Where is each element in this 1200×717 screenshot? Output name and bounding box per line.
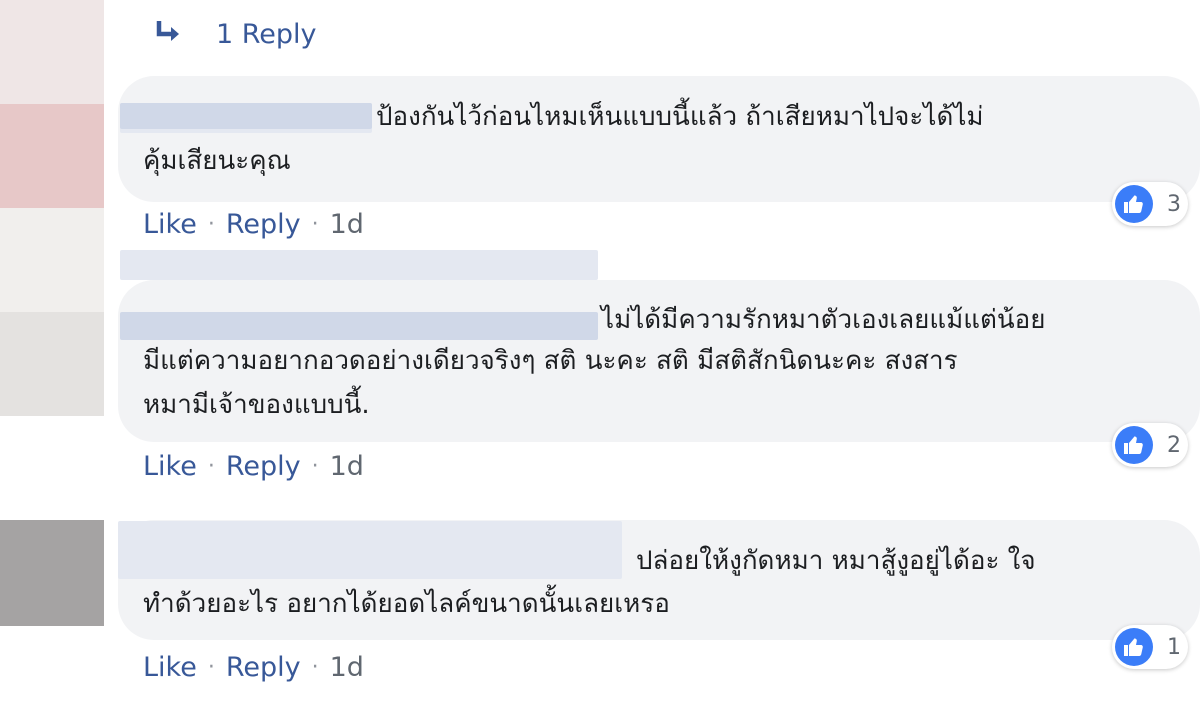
avatar[interactable] [0,312,104,416]
reply-button[interactable]: Reply [226,652,301,683]
thumbs-up-icon [1115,185,1153,223]
separator: · [207,211,215,237]
reply-button[interactable]: Reply [226,209,301,240]
comment-actions: Like · Reply · 1d [143,647,364,687]
separator: · [207,453,215,479]
avatar[interactable] [0,0,104,104]
reply-button[interactable]: Reply [226,451,301,482]
separator: · [311,654,319,680]
comment-text: ปล่อยให้งูกัดหมา หมาสู้งูอยู่ได้อะ ใจ [636,546,1036,576]
commenter-name-redacted[interactable] [118,521,622,579]
reaction-badge[interactable]: 3 [1112,182,1188,226]
reaction-badge[interactable]: 1 [1112,625,1188,669]
avatar-column [0,0,104,717]
comment-thread: 1 Reply ป้องกันไว้ก่อนไหมเห็นแบบนี้แล้ว … [0,0,1200,717]
view-replies-label[interactable]: 1 Reply [216,19,317,50]
thumbs-up-icon [1115,426,1153,464]
avatar[interactable] [0,104,104,208]
like-button[interactable]: Like [143,209,197,240]
separator: · [311,211,319,237]
avatar[interactable] [0,520,104,626]
comment-text: มีแต่ความอยากอวดอย่างเดียวจริงๆ สติ นะคะ… [143,346,958,376]
separator: · [207,654,215,680]
comment-text: หมามีเจ้าของแบบนี้. [143,390,370,420]
reaction-count: 3 [1167,191,1181,217]
reaction-count: 1 [1167,634,1181,660]
comment-text: คุ้มเสียนะคุณ [143,146,291,176]
comment-text: ทำด้วยอะไร อยากได้ยอดไลค์ขนาดนั้นเลยเหรอ [143,589,670,619]
like-button[interactable]: Like [143,451,197,482]
commenter-name-redacted[interactable] [120,312,598,340]
comment-text: ป้องกันไว้ก่อนไหมเห็นแบบนี้แล้ว ถ้าเสียห… [376,102,984,132]
separator: · [311,453,319,479]
reaction-count: 2 [1167,432,1181,458]
commenter-name-redacted[interactable] [120,103,372,129]
view-replies-link[interactable]: 1 Reply [150,10,317,58]
reaction-badge[interactable]: 2 [1112,423,1188,467]
timestamp[interactable]: 1d [330,652,364,683]
thumbs-up-icon [1115,628,1153,666]
reply-arrow-icon [150,17,186,51]
like-button[interactable]: Like [143,652,197,683]
commenter-name-redacted[interactable] [120,250,598,280]
timestamp[interactable]: 1d [330,451,364,482]
comment-actions: Like · Reply · 1d [143,446,364,486]
timestamp[interactable]: 1d [330,209,364,240]
avatar[interactable] [0,208,104,312]
comment-actions: Like · Reply · 1d [143,204,364,244]
